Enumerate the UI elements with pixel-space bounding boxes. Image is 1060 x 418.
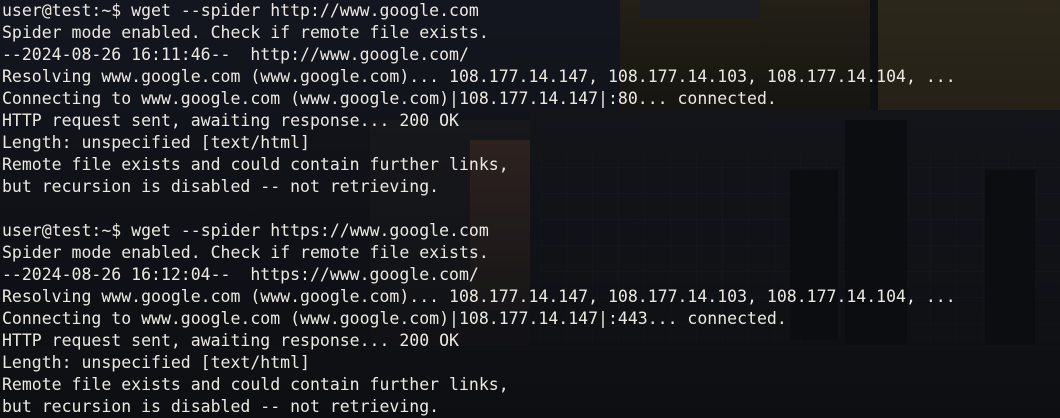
output-line: Spider mode enabled. Check if remote fil… [2, 23, 489, 42]
output-line: Spider mode enabled. Check if remote fil… [2, 243, 489, 262]
command-line: user@test:~$ wget --spider http://www.go… [2, 0, 1060, 22]
output-line: Connecting to www.google.com (www.google… [2, 89, 777, 108]
output-line: --2024-08-26 16:11:46-- http://www.googl… [2, 45, 469, 64]
terminal-output[interactable]: user@test:~$ wget --spider http://www.go… [0, 0, 1060, 418]
command-text: wget --spider http://www.google.com [131, 1, 479, 20]
shell-prompt: user@test:~$ [2, 221, 122, 240]
output-line: Length: unspecified [text/html] [2, 353, 310, 372]
shell-prompt: user@test:~$ [2, 1, 122, 20]
output-line: but recursion is disabled -- not retriev… [2, 177, 440, 196]
output-line: Resolving www.google.com (www.google.com… [2, 67, 956, 86]
output-line: but recursion is disabled -- not retriev… [2, 397, 440, 416]
terminal-window[interactable]: user@test:~$ wget --spider http://www.go… [0, 0, 1060, 418]
output-line: HTTP request sent, awaiting response... … [2, 111, 459, 130]
output-line: Length: unspecified [text/html] [2, 133, 310, 152]
output-line: Resolving www.google.com (www.google.com… [2, 287, 956, 306]
output-line: HTTP request sent, awaiting response... … [2, 331, 459, 350]
output-line: --2024-08-26 16:12:04-- https://www.goog… [2, 265, 479, 284]
output-line: Remote file exists and could contain fur… [2, 155, 509, 174]
command-line: user@test:~$ wget --spider https://www.g… [2, 220, 1060, 242]
output-line: Remote file exists and could contain fur… [2, 375, 509, 394]
command-text: wget --spider https://www.google.com [131, 221, 489, 240]
output-line: Connecting to www.google.com (www.google… [2, 309, 787, 328]
